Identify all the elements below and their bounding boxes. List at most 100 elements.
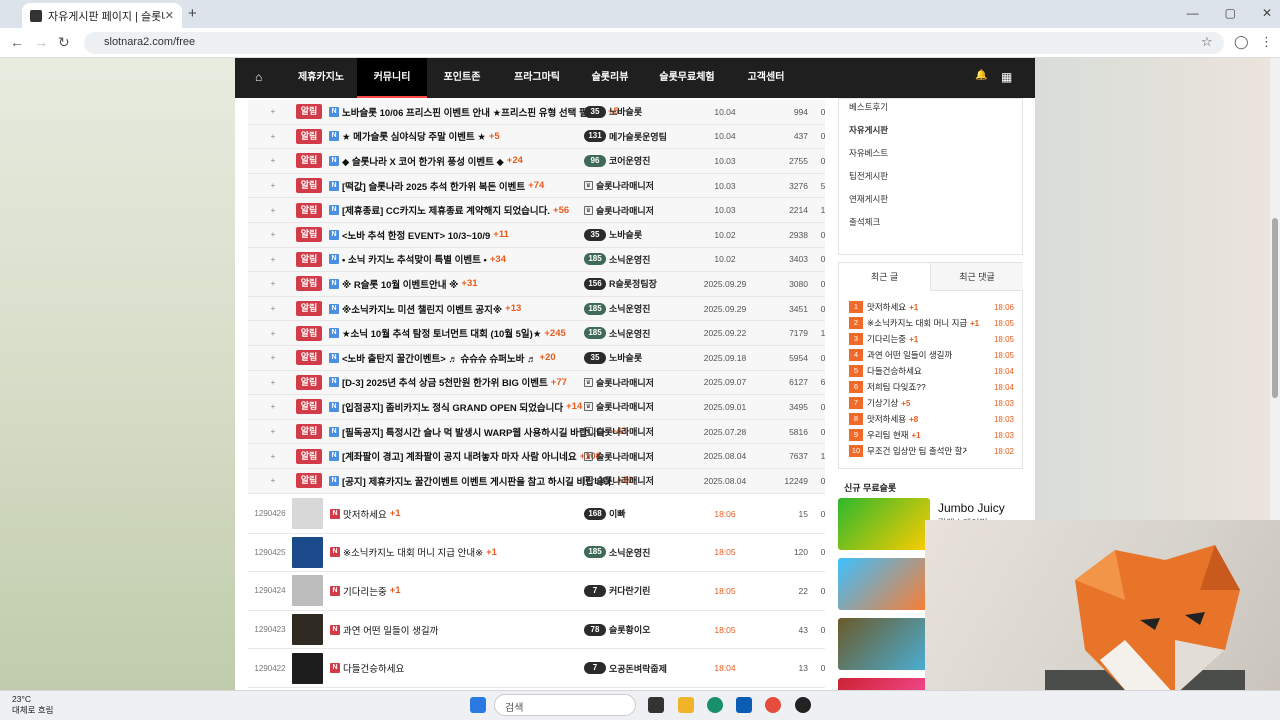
- minimize-button[interactable]: —: [1187, 6, 1199, 20]
- post-title[interactable]: [D-3] 2025년 추석 상금 5천만원 한가위 BIG 이벤트: [342, 375, 548, 389]
- post-title[interactable]: 맛저하세요: [343, 507, 387, 521]
- category-item[interactable]: 베스트후기: [849, 101, 888, 113]
- table-row[interactable]: + 알림 N [제휴종료] CC카지노 제휴종료 계약해지 되었습니다. +56 ♛ 슬롯나…: [248, 198, 825, 223]
- table-row[interactable]: 1290426 N 맛저하세요 +1 168 이빠 18:06 15 0: [248, 495, 825, 534]
- profile-icon[interactable]: ◯: [1234, 34, 1249, 50]
- table-row[interactable]: + 알림 N 노바슬롯 10/06 프리스핀 이벤트 안내 ★프리스핀 유형 선택 필…: [248, 100, 825, 125]
- table-row[interactable]: + 알림 N [필독공지] 특정시간 슬나 먹 발생시 WARP웹 사용하시길 바랍니…: [248, 419, 825, 445]
- windows-start-icon[interactable]: [470, 697, 486, 713]
- post-thumbnail[interactable]: [292, 575, 323, 607]
- post-author[interactable]: ♛ 슬롯나라매니저: [584, 376, 654, 389]
- back-icon[interactable]: ←: [10, 34, 24, 50]
- file-explorer-icon[interactable]: [678, 697, 694, 713]
- post-author[interactable]: 35 노바슬롯: [584, 228, 642, 241]
- menu-dots-icon[interactable]: ⋮: [1260, 34, 1273, 50]
- table-row[interactable]: + 알림 N ★소닉 10월 추석 탐정 토너먼트 대회 (10월 5일)★ +245 1…: [248, 321, 825, 346]
- table-row[interactable]: 1290422 N 다들건승하세요 7 오공돈벼락줍제 18:04 13 0: [248, 649, 825, 688]
- post-title[interactable]: • 소닉 카지노 추석맞이 특별 이벤트 •: [342, 252, 487, 266]
- post-title[interactable]: ★소닉 10월 추석 탐정 토너먼트 대회 (10월 5일)★: [342, 326, 541, 340]
- post-author[interactable]: 78 슬롯황이오: [584, 623, 650, 636]
- table-row[interactable]: 1290424 N 기다리는중 +1 7 커다란기린 18:05 22 0: [248, 572, 825, 611]
- post-title[interactable]: ★ 메가슬롯 심야식당 주말 이벤트 ★: [342, 129, 486, 143]
- nav-item[interactable]: 커뮤니티: [357, 58, 427, 98]
- post-author[interactable]: ♛ 슬롯나라매니저: [584, 425, 654, 438]
- post-title[interactable]: 노바슬롯 10/06 프리스핀 이벤트 안내 ★프리스핀 유형 선택 필수★: [342, 105, 605, 119]
- category-item[interactable]: 자유베스트: [849, 147, 888, 159]
- recent-item[interactable]: 10 무조건 입상만 팀 출석만 할게요 18:02: [849, 443, 1014, 459]
- game-thumbnail[interactable]: [838, 618, 930, 670]
- category-item[interactable]: 연재게시판: [849, 193, 888, 205]
- recent-item[interactable]: 6 저희팀 다잊죠?? 18:04: [849, 379, 1014, 395]
- nav-item[interactable]: 고객센터: [733, 58, 799, 98]
- post-title[interactable]: ※소닉카지노 대회 머니 지급 안내※: [343, 545, 483, 559]
- nav-item[interactable]: 포인트존: [429, 58, 495, 98]
- app-icon[interactable]: [795, 697, 811, 713]
- nav-item[interactable]: 프라그마틱: [497, 58, 577, 98]
- post-author[interactable]: 131 메가슬롯운영팀: [584, 130, 667, 143]
- nav-item[interactable]: 슬롯리뷰: [579, 58, 641, 98]
- post-title[interactable]: 기다리는중: [343, 584, 387, 598]
- grid-menu-icon[interactable]: ▦: [1001, 70, 1012, 84]
- bell-icon[interactable]: 🔔: [975, 70, 987, 81]
- home-icon[interactable]: ⌂: [255, 70, 262, 84]
- game-thumbnail[interactable]: [838, 678, 930, 690]
- post-title[interactable]: <노바 추석 한정 EVENT> 10/3~10/9: [342, 228, 490, 242]
- post-author[interactable]: 35 노바슬롯: [584, 105, 642, 118]
- nav-item[interactable]: 슬롯무료체험: [643, 58, 731, 98]
- game-thumbnail[interactable]: [838, 558, 930, 610]
- post-thumbnail[interactable]: [292, 498, 323, 530]
- table-row[interactable]: 1290425 N ※소닉카지노 대회 머니 지급 안내※ +1 185 소닉운영진 18:…: [248, 533, 825, 573]
- scrollbar-thumb[interactable]: [1272, 218, 1278, 398]
- table-row[interactable]: + 알림 N ★ 메가슬롯 심야식당 주말 이벤트 ★ +5 131 메가슬롯운영팀 10.0…: [248, 124, 825, 150]
- game-name[interactable]: Jumbo Juicy: [938, 501, 1005, 515]
- browser-tab[interactable]: 자유게시판 페이지 | 슬롯나라 ✕: [22, 3, 182, 28]
- maximize-button[interactable]: ▢: [1225, 6, 1236, 20]
- post-author[interactable]: 185 소닉운영진: [584, 327, 650, 340]
- tab-recent-posts[interactable]: 최근 글: [839, 263, 931, 291]
- recent-item[interactable]: 4 과연 어떤 일들이 생길까 18:05: [849, 347, 1014, 363]
- edge-icon[interactable]: [707, 697, 723, 713]
- post-author[interactable]: ♛ 슬롯나라매니저: [584, 474, 654, 487]
- post-author[interactable]: ♛ 슬롯나라매니저: [584, 450, 654, 463]
- table-row[interactable]: + 알림 N <노바 출탄지 꿀간이벤트> ♬ 슈슈슈 슈퍼노바 ♬ +20 35 노바슬롯…: [248, 346, 825, 371]
- post-title[interactable]: ◆ 슬롯나라 X 코어 한가위 풍성 이벤트 ◆: [342, 154, 504, 168]
- recent-item[interactable]: 9 우리팀 현재 +1 18:03: [849, 427, 1014, 443]
- post-title[interactable]: 다들건승하세요: [343, 661, 404, 675]
- table-row[interactable]: + 알림 N <노바 추석 한정 EVENT> 10/3~10/9 +11 35 노바슬롯 1…: [248, 223, 825, 248]
- store-icon[interactable]: [736, 697, 752, 713]
- window-close-button[interactable]: ✕: [1262, 6, 1272, 20]
- table-row[interactable]: + 알림 N ◆ 슬롯나라 X 코어 한가위 풍성 이벤트 ◆ +24 96 코어운영진 10…: [248, 149, 825, 174]
- table-row[interactable]: 1290423 N 과연 어떤 일들이 생길까 78 슬롯황이오 18:05 43 0: [248, 610, 825, 650]
- bookmark-star-icon[interactable]: ☆: [1201, 34, 1213, 50]
- table-row[interactable]: + 알림 N ※소닉카지노 미션 챌린지 이벤트 공지※ +13 185 소닉운영진 2025…: [248, 296, 825, 322]
- post-author[interactable]: 185 소닉운영진: [584, 546, 650, 559]
- task-view-icon[interactable]: [648, 697, 664, 713]
- post-author[interactable]: 156 R슬롯정팀장: [584, 277, 657, 290]
- table-row[interactable]: + 알림 N [계좌팔이 경고] 계좌팔이 공지 내려놓자 마자 사람 아니네요 +10…: [248, 444, 825, 469]
- post-title[interactable]: <노바 출탄지 꿀간이벤트> ♬ 슈슈슈 슈퍼노바 ♬: [342, 351, 537, 365]
- post-title[interactable]: [필독공지] 특정시간 슬나 먹 발생시 WARP웹 사용하시길 바랍니다.: [342, 425, 608, 439]
- post-author[interactable]: 7 오공돈벼락줍제: [584, 662, 667, 675]
- recent-item[interactable]: 7 기상기상 +5 18:03: [849, 395, 1014, 411]
- table-row[interactable]: + 알림 N • 소닉 카지노 추석맞이 특별 이벤트 • +34 185 소닉운영진 10.…: [248, 247, 825, 273]
- game-thumbnail-jumbo-juicy[interactable]: [838, 498, 930, 550]
- category-item[interactable]: 출석체크: [849, 216, 880, 228]
- post-thumbnail[interactable]: [292, 652, 323, 684]
- tab-close-icon[interactable]: ✕: [165, 9, 174, 22]
- recent-item[interactable]: 8 맛저하세용 +8 18:03: [849, 411, 1014, 427]
- table-row[interactable]: + 알림 N [입점공지] 좀비카지노 정식 GRAND OPEN 되었습니다 +14 ♛…: [248, 395, 825, 420]
- url-field[interactable]: slotnara2.com/free: [84, 32, 1224, 54]
- post-author[interactable]: ♛ 슬롯나라매니저: [584, 400, 654, 413]
- taskbar-search[interactable]: 검색: [494, 694, 636, 716]
- post-title[interactable]: [입점공지] 좀비카지노 정식 GRAND OPEN 되었습니다: [342, 400, 563, 414]
- post-title[interactable]: 과연 어떤 일들이 생길까: [343, 623, 438, 637]
- recent-item[interactable]: 5 다들건승하세요 18:04: [849, 363, 1014, 379]
- forward-icon[interactable]: →: [34, 34, 48, 50]
- table-row[interactable]: + 알림 N [D-3] 2025년 추석 상금 5천만원 한가위 BIG 이벤트 +7…: [248, 370, 825, 396]
- new-tab-button[interactable]: +: [188, 5, 197, 22]
- tab-recent-comments[interactable]: 최근 댓글: [931, 263, 1023, 291]
- post-author[interactable]: ♛ 슬롯나라매니저: [584, 179, 654, 192]
- post-author[interactable]: 185 소닉운영진: [584, 302, 650, 315]
- reload-icon[interactable]: ↻: [58, 34, 70, 51]
- post-author[interactable]: 185 소닉운영진: [584, 253, 650, 266]
